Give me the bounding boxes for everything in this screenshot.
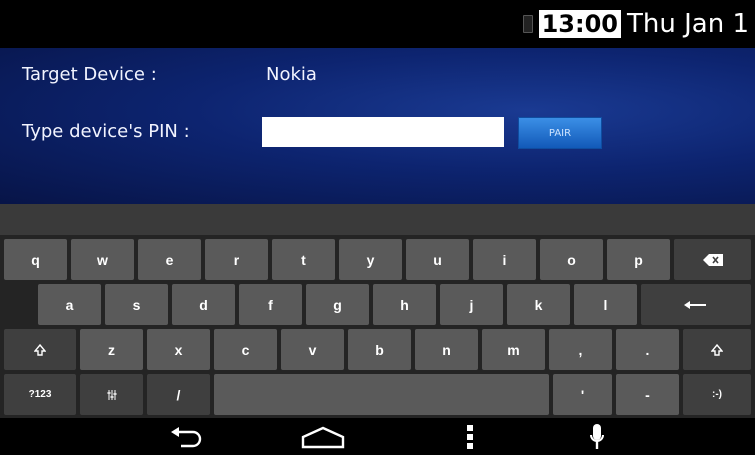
enter-key[interactable]: [641, 284, 751, 325]
shift-icon: [711, 343, 723, 356]
key-dash[interactable]: -: [616, 374, 679, 415]
key-q[interactable]: q: [4, 239, 67, 280]
shift-key-right[interactable]: [683, 329, 751, 370]
pin-label: Type device's PIN :: [22, 121, 190, 142]
keyboard-top-strip: [0, 204, 755, 235]
key-z[interactable]: z: [80, 329, 143, 370]
key-comma[interactable]: ,: [549, 329, 612, 370]
key-k[interactable]: k: [507, 284, 570, 325]
keyboard-row-2: a s d f g h j k l: [4, 284, 751, 325]
back-icon: [171, 427, 202, 448]
key-h[interactable]: h: [373, 284, 436, 325]
status-right: 13:00 Thu Jan 1: [522, 8, 749, 40]
keyboard-row-1: q w e r t y u i o p: [4, 239, 751, 280]
target-device-label: Target Device :: [22, 64, 157, 85]
target-device-value: Nokia: [266, 64, 317, 85]
enter-icon: [684, 300, 706, 309]
key-period[interactable]: .: [616, 329, 679, 370]
smiley-key[interactable]: :-): [683, 374, 751, 415]
battery-icon: [522, 15, 533, 33]
key-apostrophe[interactable]: ': [553, 374, 612, 415]
key-r[interactable]: r: [205, 239, 268, 280]
clock-date: Thu Jan 1: [627, 9, 749, 39]
microphone-button[interactable]: [585, 420, 609, 454]
space-key[interactable]: [214, 374, 549, 415]
menu-button[interactable]: [460, 420, 480, 454]
key-a[interactable]: a: [38, 284, 101, 325]
shift-icon: [34, 343, 46, 356]
key-n[interactable]: n: [415, 329, 478, 370]
keyboard-settings-icon: [107, 389, 116, 400]
key-g[interactable]: g: [306, 284, 369, 325]
key-t[interactable]: t: [272, 239, 335, 280]
key-u[interactable]: u: [406, 239, 469, 280]
key-c[interactable]: c: [214, 329, 277, 370]
key-f[interactable]: f: [239, 284, 302, 325]
key-v[interactable]: v: [281, 329, 344, 370]
keyboard-row-3: z x c v b n m , .: [4, 329, 751, 370]
microphone-icon: [590, 424, 604, 449]
key-d[interactable]: d: [172, 284, 235, 325]
status-bar: 13:00 Thu Jan 1: [0, 0, 755, 48]
key-s[interactable]: s: [105, 284, 168, 325]
backspace-icon: [702, 253, 723, 266]
key-slash[interactable]: /: [147, 374, 210, 415]
key-j[interactable]: j: [440, 284, 503, 325]
shift-key-left[interactable]: [4, 329, 76, 370]
key-o[interactable]: o: [540, 239, 603, 280]
keyboard-row-4: ?123 / ' - :-): [4, 374, 751, 415]
menu-icon: [467, 425, 473, 449]
pairing-panel: Target Device : Nokia Type device's PIN …: [0, 48, 755, 204]
key-y[interactable]: y: [339, 239, 402, 280]
home-icon: [301, 426, 345, 449]
symbols-key[interactable]: ?123: [4, 374, 76, 415]
key-p[interactable]: p: [607, 239, 670, 280]
navigation-bar: [0, 418, 755, 455]
home-button[interactable]: [295, 420, 351, 454]
pair-button[interactable]: PAIR: [518, 117, 602, 149]
key-l[interactable]: l: [574, 284, 637, 325]
clock-time: 13:00: [538, 10, 621, 38]
key-m[interactable]: m: [482, 329, 545, 370]
key-x[interactable]: x: [147, 329, 210, 370]
key-b[interactable]: b: [348, 329, 411, 370]
back-button[interactable]: [162, 420, 212, 454]
keyboard-settings-key[interactable]: [80, 374, 143, 415]
key-e[interactable]: e: [138, 239, 201, 280]
pin-input[interactable]: [262, 117, 504, 147]
soft-keyboard: q w e r t y u i o p a s d f g h j k l z …: [0, 235, 755, 418]
backspace-key[interactable]: [674, 239, 751, 280]
key-w[interactable]: w: [71, 239, 134, 280]
key-i[interactable]: i: [473, 239, 536, 280]
